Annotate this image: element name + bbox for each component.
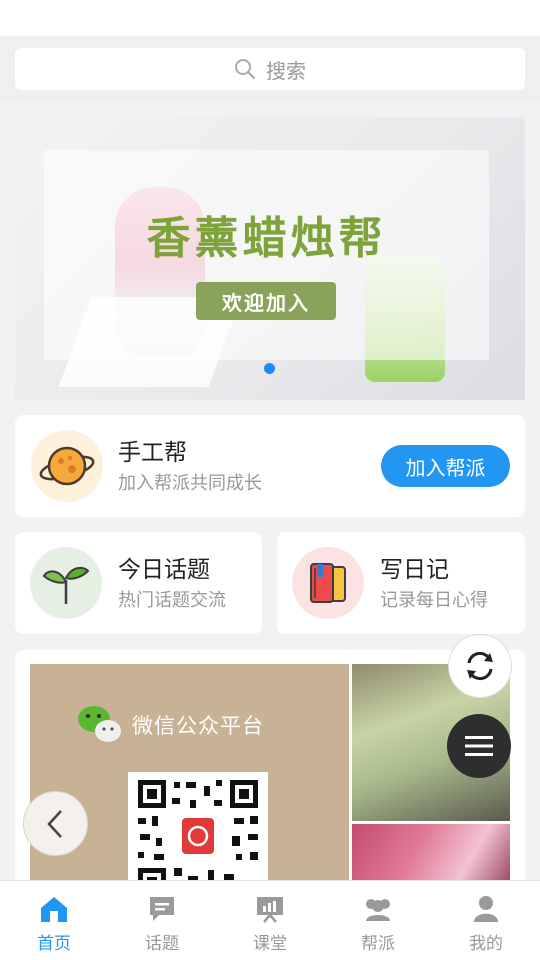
qr-code-graphic bbox=[138, 780, 258, 890]
sprout-icon bbox=[42, 566, 90, 604]
diary-card[interactable]: 写日记 记录每日心得 bbox=[277, 532, 525, 634]
bottom-tab-bar: 首页 话题 课堂 帮派 我的 bbox=[0, 880, 540, 960]
wechat-promo-image[interactable]: 微信公众平台 bbox=[30, 664, 349, 890]
group-name: 手工帮 bbox=[118, 440, 187, 466]
qr-code bbox=[128, 772, 268, 890]
diary-title: 写日记 bbox=[380, 557, 449, 583]
wechat-platform-label: 微信公众平台 bbox=[132, 714, 264, 738]
tab-topics[interactable]: 话题 bbox=[108, 881, 216, 960]
back-button[interactable] bbox=[23, 791, 88, 856]
refresh-button[interactable] bbox=[448, 634, 512, 698]
banner-title: 香薰蜡烛帮 bbox=[146, 213, 387, 264]
menu-button[interactable] bbox=[447, 714, 511, 778]
join-group-button[interactable]: 加入帮派 bbox=[381, 445, 510, 487]
tab-group-label: 帮派 bbox=[361, 934, 395, 954]
group-card[interactable]: 手工帮 加入帮派共同成长 加入帮派 bbox=[15, 415, 525, 517]
topics-card[interactable]: 今日话题 热门话题交流 bbox=[15, 532, 262, 634]
refresh-icon bbox=[467, 651, 493, 681]
hamburger-icon bbox=[465, 736, 493, 756]
group-subtitle: 加入帮派共同成长 bbox=[118, 473, 262, 494]
promo-section: 微信公众平台 bbox=[15, 650, 525, 890]
banner-carousel[interactable]: 香薰蜡烛帮 欢迎加入 bbox=[15, 117, 525, 400]
chevron-left-icon bbox=[46, 809, 62, 838]
tab-home[interactable]: 首页 bbox=[0, 881, 108, 960]
search-placeholder: 搜索 bbox=[266, 58, 306, 83]
chat-icon bbox=[150, 897, 174, 921]
topics-subtitle: 热门话题交流 bbox=[118, 590, 226, 611]
planet-avatar bbox=[31, 430, 103, 502]
diary-avatar bbox=[292, 547, 364, 619]
book-icon bbox=[310, 563, 346, 603]
tab-me-label: 我的 bbox=[469, 934, 503, 954]
topics-title: 今日话题 bbox=[118, 557, 210, 583]
banner-overlay: 香薰蜡烛帮 欢迎加入 bbox=[44, 150, 489, 360]
planet-icon bbox=[39, 446, 95, 486]
diary-subtitle: 记录每日心得 bbox=[380, 590, 488, 611]
carousel-indicator-dot[interactable] bbox=[264, 363, 275, 374]
search-icon bbox=[235, 59, 256, 80]
tab-classroom-label: 课堂 bbox=[253, 934, 287, 954]
search-bar[interactable]: 搜索 bbox=[15, 48, 525, 90]
wechat-icon bbox=[78, 706, 121, 742]
tab-home-label: 首页 bbox=[37, 934, 71, 954]
search-area: 搜索 bbox=[0, 36, 540, 102]
status-bar bbox=[0, 0, 540, 36]
banner-badge: 欢迎加入 bbox=[196, 282, 336, 320]
tab-group[interactable]: 帮派 bbox=[324, 881, 432, 960]
topics-avatar bbox=[30, 547, 102, 619]
user-icon bbox=[474, 896, 498, 922]
tab-me[interactable]: 我的 bbox=[432, 881, 540, 960]
classroom-icon bbox=[257, 897, 283, 923]
tab-classroom[interactable]: 课堂 bbox=[216, 881, 324, 960]
tab-topics-label: 话题 bbox=[145, 934, 179, 954]
group-icon bbox=[366, 899, 390, 921]
home-icon bbox=[41, 897, 67, 922]
